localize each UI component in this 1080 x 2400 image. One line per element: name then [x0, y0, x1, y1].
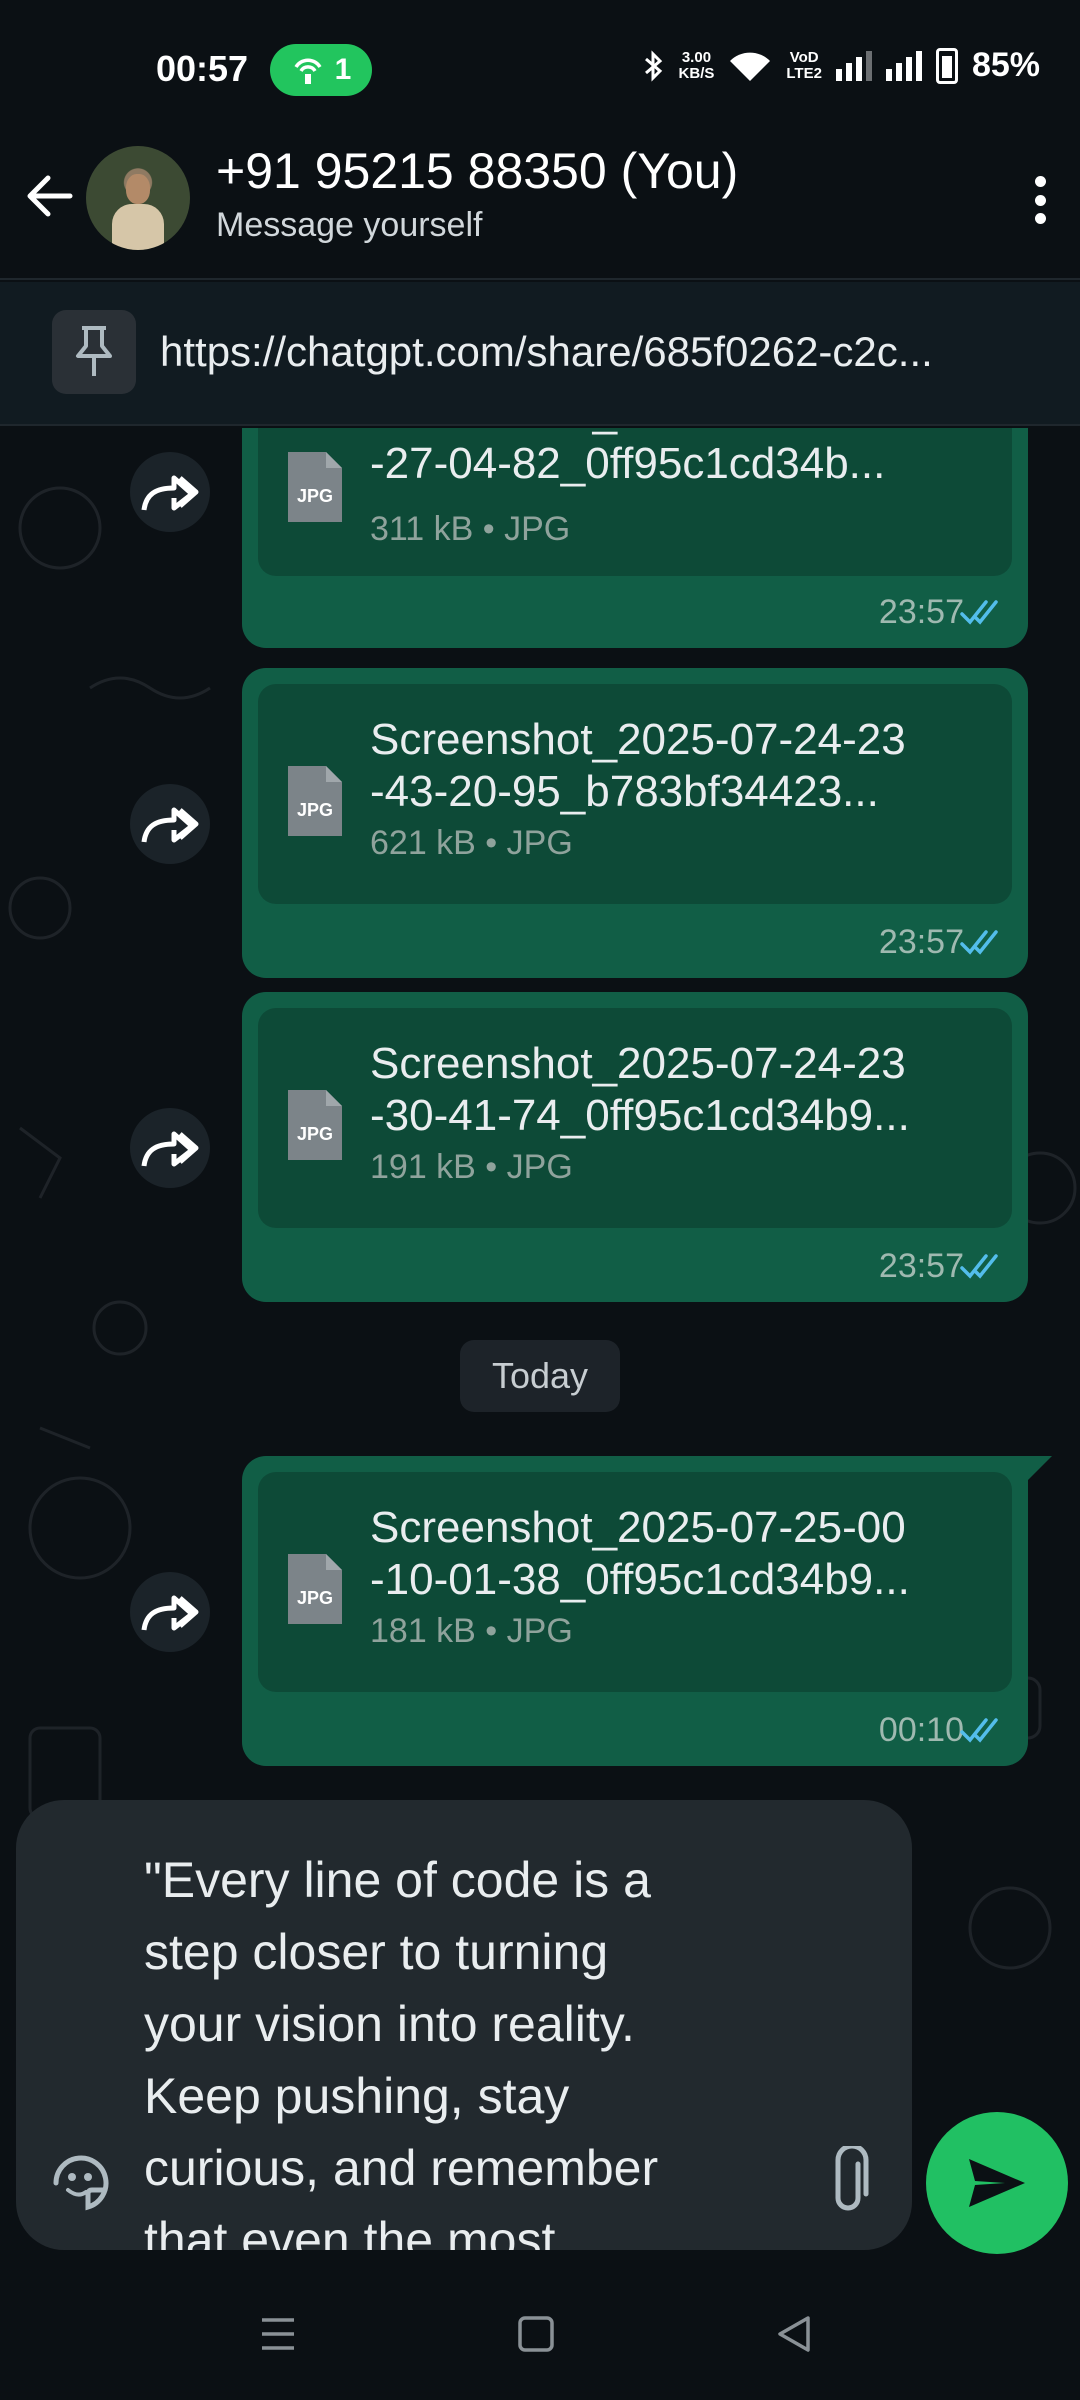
- file-name-line1: Screenshot_2025-07-25-00: [370, 1503, 906, 1552]
- file-type-label: JPG: [297, 486, 333, 506]
- back-arrow-icon[interactable]: [20, 166, 80, 226]
- battery-percent: 85%: [971, 46, 1040, 84]
- message-time: 23:57: [878, 1247, 964, 1285]
- bubble-tail: [1028, 1456, 1052, 1480]
- jpg-file-icon: JPG: [288, 1554, 342, 1624]
- back-nav-icon[interactable]: [764, 2306, 824, 2362]
- hotspot-count: 1: [334, 53, 352, 86]
- recents-menu-icon[interactable]: [248, 2306, 308, 2362]
- bluetooth-icon: [644, 49, 662, 82]
- chat-header: +91 95215 88350 (You) Message yourself: [0, 140, 1080, 280]
- file-name: Screenshot_2025-07-24-23 -43-20-95_b783b…: [370, 714, 990, 818]
- file-name-line2: -43-20-95_b783bf34423...: [370, 767, 879, 816]
- volte-bottom: LTE2: [786, 64, 822, 82]
- forward-button[interactable]: [130, 452, 210, 532]
- document-message[interactable]: JPG Screenshot_2025-07-24-23 -43-20-95_b…: [242, 668, 1028, 978]
- document-attachment[interactable]: JPG Screenshot_2025-07-24-23 -43-20-95_b…: [258, 684, 1012, 904]
- file-name-line2: -10-01-38_0ff95c1cd34b9...: [370, 1555, 910, 1604]
- file-name-line2: -27-04-82_0ff95c1cd34b...: [370, 439, 886, 488]
- signal-1-icon: [835, 50, 872, 81]
- attach-clip-icon[interactable]: [822, 2146, 878, 2216]
- pin-icon: [52, 310, 136, 394]
- file-type-label: JPG: [297, 1588, 333, 1608]
- battery-icon: [935, 47, 958, 84]
- read-ticks-icon: [960, 930, 998, 955]
- send-icon: [969, 2159, 1025, 2207]
- home-icon[interactable]: [506, 2306, 566, 2362]
- date-divider: Today: [460, 1340, 620, 1412]
- message-time: 23:57: [878, 923, 964, 961]
- sticker-emoji-icon[interactable]: [48, 2150, 114, 2216]
- pinned-message-bar[interactable]: https://chatgpt.com/share/685f0262-c2c..…: [0, 282, 1080, 426]
- document-message[interactable]: JPG Screenshot_2025-07-24-23 -27-04-82_0…: [242, 428, 1028, 648]
- file-name: Screenshot_2025-07-24-23 -27-04-82_0ff95…: [370, 428, 990, 490]
- message-composer[interactable]: "Every line of code is a step closer to …: [16, 1800, 912, 2250]
- document-attachment[interactable]: JPG Screenshot_2025-07-25-00 -10-01-38_0…: [258, 1472, 1012, 1692]
- volte-indicator: VoD LTE2: [786, 48, 822, 82]
- contact-subtitle: Message yourself: [216, 206, 483, 244]
- jpg-file-icon: JPG: [288, 766, 342, 836]
- net-speed-unit: KB/S: [678, 64, 715, 82]
- wifi-icon: [730, 52, 771, 81]
- document-message[interactable]: JPG Screenshot_2025-07-25-00 -10-01-38_0…: [242, 1456, 1028, 1766]
- file-name-line1: Screenshot_2025-07-24-23: [370, 1039, 906, 1088]
- file-type-label: JPG: [297, 800, 333, 820]
- status-time: 00:57: [156, 48, 249, 89]
- file-name: Screenshot_2025-07-25-00 -10-01-38_0ff95…: [370, 1502, 990, 1606]
- status-bar: 00:57 1 3.00 KB/S VoD LTE2 85%: [0, 0, 1080, 140]
- file-name-line2: -30-41-74_0ff95c1cd34b9...: [370, 1091, 910, 1140]
- forward-icon: [141, 1131, 199, 1167]
- forward-button[interactable]: [130, 1572, 210, 1652]
- file-type-label: JPG: [297, 1124, 333, 1144]
- forward-button[interactable]: [130, 784, 210, 864]
- file-meta: 311 kB • JPG: [370, 510, 571, 548]
- hotspot-icon: [294, 58, 322, 84]
- more-options-icon[interactable]: [1020, 170, 1060, 230]
- message-time: 00:10: [878, 1711, 964, 1749]
- file-name: Screenshot_2025-07-24-23 -30-41-74_0ff95…: [370, 1038, 990, 1142]
- avatar[interactable]: [86, 146, 190, 250]
- file-meta: 181 kB • JPG: [370, 1612, 573, 1650]
- net-speed-value: 3.00: [681, 48, 712, 66]
- file-name-line1: Screenshot_2025-07-24-23: [370, 715, 906, 764]
- hotspot-badge: 1: [270, 44, 372, 96]
- network-speed: 3.00 KB/S: [678, 48, 715, 82]
- forward-icon: [141, 475, 199, 511]
- pinned-link-text[interactable]: https://chatgpt.com/share/685f0262-c2c..…: [160, 328, 1040, 376]
- file-meta: 191 kB • JPG: [370, 1148, 573, 1186]
- file-meta: 621 kB • JPG: [370, 824, 573, 862]
- file-name-line1: Screenshot_2025-07-24-23: [370, 428, 990, 438]
- read-ticks-icon: [960, 1254, 998, 1279]
- signal-2-icon: [885, 50, 922, 81]
- message-time: 23:57: [878, 593, 964, 631]
- contact-name[interactable]: +91 95215 88350 (You): [216, 142, 738, 200]
- message-input[interactable]: "Every line of code is a step closer to …: [144, 1844, 784, 2250]
- volte-top: VoD: [789, 48, 819, 66]
- system-nav-bar: [0, 2266, 1080, 2400]
- document-attachment[interactable]: JPG Screenshot_2025-07-24-23 -30-41-74_0…: [258, 1008, 1012, 1228]
- forward-icon: [141, 807, 199, 843]
- forward-icon: [141, 1595, 199, 1631]
- status-icons: 3.00 KB/S VoD LTE2 85%: [643, 46, 1040, 85]
- jpg-file-icon: JPG: [288, 452, 342, 522]
- forward-button[interactable]: [130, 1108, 210, 1188]
- read-ticks-icon: [960, 600, 998, 625]
- jpg-file-icon: JPG: [288, 1090, 342, 1160]
- document-message[interactable]: JPG Screenshot_2025-07-24-23 -30-41-74_0…: [242, 992, 1028, 1302]
- send-button[interactable]: [926, 2112, 1068, 2254]
- read-ticks-icon: [960, 1718, 998, 1743]
- document-attachment[interactable]: JPG Screenshot_2025-07-24-23 -27-04-82_0…: [258, 428, 1012, 576]
